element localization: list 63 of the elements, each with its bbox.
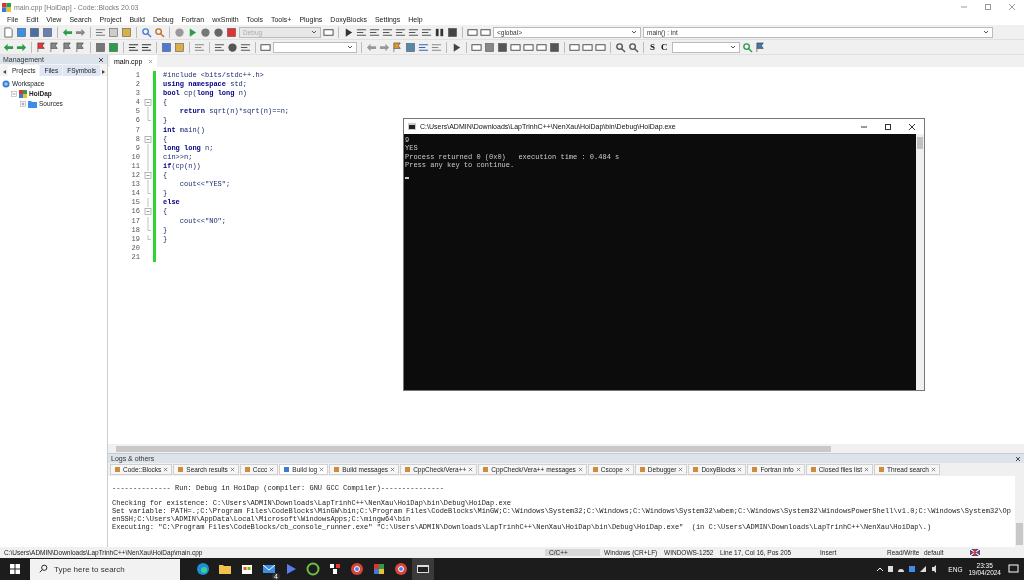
horizontal-scrollbar[interactable] [108, 444, 1024, 453]
close-icon[interactable] [1015, 455, 1021, 462]
page-icon [114, 466, 121, 473]
page-icon [283, 466, 291, 473]
console-app-icon[interactable] [412, 558, 434, 580]
caret-icon [311, 30, 317, 34]
debug-run-icon[interactable] [343, 26, 354, 38]
project-icon [19, 89, 27, 98]
vertical-scrollbar[interactable] [1015, 476, 1024, 547]
page-icon [177, 466, 185, 473]
forward-icon[interactable] [16, 41, 27, 53]
page-icon [482, 466, 490, 473]
prev-bookmark-icon[interactable] [62, 41, 73, 53]
back-icon[interactable] [3, 41, 14, 53]
bookmark-icon[interactable] [49, 41, 60, 53]
folder-icon [28, 99, 37, 108]
chevron-up-icon[interactable] [876, 566, 885, 572]
caret-icon [729, 45, 736, 49]
combo-field[interactable] [273, 41, 357, 53]
text-cursor [405, 176, 409, 179]
document-search-icon[interactable] [741, 41, 753, 53]
page-icon [692, 466, 700, 473]
combo-field[interactable] [671, 41, 740, 53]
fold-toggle-icon[interactable] [144, 134, 153, 144]
page-icon [638, 466, 646, 473]
run-icon[interactable] [187, 26, 198, 38]
fold-toggle-icon[interactable] [144, 207, 153, 217]
vertical-scrollbar[interactable] [916, 134, 924, 390]
flag-icon [970, 549, 980, 556]
caret-icon [983, 30, 989, 34]
caret-icon [347, 45, 353, 49]
bookmark-flag-icon[interactable] [36, 41, 47, 53]
notification-icon[interactable] [1007, 564, 1021, 574]
fold-toggle-icon[interactable] [144, 98, 153, 108]
dot-icon[interactable] [227, 41, 238, 53]
stop-icon[interactable] [226, 26, 237, 38]
redo-icon[interactable] [75, 26, 86, 38]
page-icon [404, 466, 412, 473]
app-logo-icon [2, 2, 11, 12]
toolbar-button[interactable]: S [648, 41, 657, 53]
undo-icon[interactable] [62, 26, 73, 38]
toolbar-button[interactable]: C [659, 41, 670, 53]
page-icon [243, 466, 251, 473]
page-icon [809, 466, 817, 473]
globe-icon [2, 79, 10, 88]
stop-debug-icon[interactable] [447, 26, 458, 38]
page-icon [333, 466, 341, 473]
page-icon [591, 466, 599, 473]
search-icon [39, 564, 48, 573]
page-icon [751, 466, 759, 473]
page-icon [878, 466, 885, 473]
pause-icon[interactable] [434, 26, 445, 38]
console-window-icon [408, 123, 416, 130]
zoom-out-icon[interactable] [628, 41, 639, 53]
taskbar-search-field[interactable]: Type here to search [30, 558, 180, 580]
close-icon[interactable] [98, 56, 104, 63]
zoom-in-icon[interactable] [615, 41, 626, 53]
expand-icon[interactable] [20, 100, 26, 107]
next-bookmark-icon[interactable] [75, 41, 86, 53]
new-file-icon[interactable] [3, 26, 14, 38]
fold-toggle-icon[interactable] [144, 171, 153, 181]
caret-icon [631, 30, 637, 34]
search-icon[interactable] [141, 26, 152, 38]
